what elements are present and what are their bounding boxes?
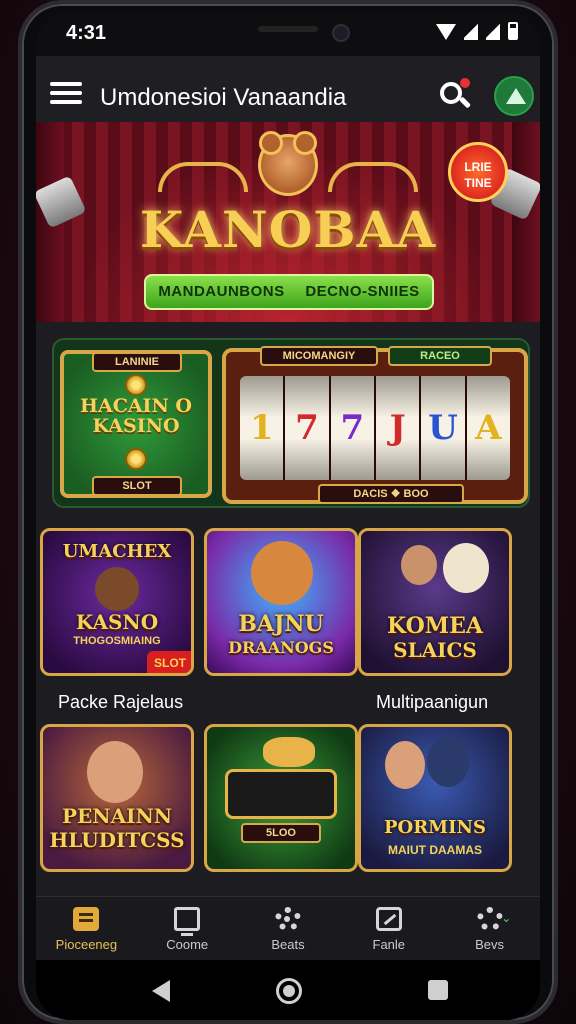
signal-icon bbox=[464, 22, 478, 40]
game-tile[interactable]: UMACHEX KASNO THOGOSMIAING SLOT bbox=[40, 528, 194, 676]
menu-button[interactable] bbox=[50, 82, 82, 104]
app-bar: Umdonesioi Vanaandia bbox=[36, 56, 540, 122]
slot-tag: SLOT bbox=[147, 651, 191, 673]
reel: 1 bbox=[240, 376, 284, 480]
nav-label: Pioceeneg bbox=[55, 937, 118, 952]
bear-icon bbox=[95, 567, 139, 611]
tile-subtitle: SLAICS bbox=[393, 638, 477, 662]
phone-frame: 4:31 Umdonesioi Vanaandia KANOBAA MANDAU… bbox=[18, 0, 558, 1024]
character-icon bbox=[87, 741, 143, 803]
nav-label: Fanle bbox=[372, 937, 406, 952]
gold-pile-icon bbox=[263, 737, 315, 767]
llama-icon bbox=[443, 543, 489, 593]
wifi-icon bbox=[436, 24, 456, 40]
chip-icon bbox=[125, 374, 147, 396]
nav-label: Bevs bbox=[475, 937, 505, 952]
machine-top-plaque: MICOMANGIY bbox=[260, 346, 378, 366]
tile-title: UMACHEX bbox=[62, 541, 172, 562]
monitor-icon bbox=[174, 907, 201, 936]
menu-line bbox=[50, 91, 82, 95]
nav-item-bevs[interactable]: ⌄ Bevs bbox=[439, 897, 540, 960]
notification-dot bbox=[460, 78, 470, 88]
kasino-bottom-plaque: SLOT bbox=[92, 476, 182, 496]
game-tile[interactable]: PORMINS MAIUT DAAMAS bbox=[358, 724, 512, 872]
machine-bottom-plaque: DACIS ❖ BOO bbox=[318, 484, 464, 504]
nav-label: Beats bbox=[271, 937, 305, 952]
tile-subtitle: DRAANOGS bbox=[228, 638, 334, 657]
tile-subtitle: MAIUT DAAMAS bbox=[388, 843, 482, 857]
nav-item-pioceeneg[interactable]: Pioceeneg bbox=[36, 897, 137, 960]
pencil-icon bbox=[375, 907, 402, 931]
hero-ribbon[interactable]: MANDAUNBONS DECNO-SNIIES bbox=[144, 274, 434, 310]
home-button[interactable] bbox=[276, 978, 302, 1004]
mini-slot-icon bbox=[225, 769, 337, 819]
menu-line bbox=[50, 82, 82, 86]
tile-title: PORMINS bbox=[384, 817, 486, 838]
ribbon-right-text: DECNO-SNIIES bbox=[305, 283, 420, 300]
app-title: Umdonesioi Vanaandia bbox=[100, 84, 347, 111]
tile-subtitle: KASNO bbox=[75, 610, 159, 634]
game-tile[interactable]: BAJNU DRAANOGS bbox=[204, 528, 358, 676]
status-bar: 4:31 bbox=[36, 12, 540, 56]
profile-avatar-button[interactable] bbox=[494, 76, 534, 116]
kasino-card[interactable]: LANINIE HACAIN O KASINO SLOT bbox=[60, 350, 212, 498]
hero-banner[interactable]: KANOBAA MANDAUNBONS DECNO-SNIIES LRIE TI… bbox=[36, 122, 540, 322]
section-label-right: Multipaanigun bbox=[376, 692, 489, 712]
hero-wordmark: KANOBAA bbox=[139, 200, 437, 259]
game-tile[interactable]: 5LOO bbox=[204, 724, 358, 872]
tile-subtitle: 5LOO bbox=[241, 823, 321, 843]
reel: 7 bbox=[330, 376, 374, 480]
helmet-icon bbox=[427, 737, 469, 787]
section-label-left: Packe Rajelaus bbox=[58, 692, 184, 712]
status-icons bbox=[436, 22, 518, 40]
reel: U bbox=[421, 376, 465, 480]
recents-button[interactable] bbox=[428, 980, 448, 1000]
tile-title: BAJNU bbox=[238, 611, 324, 637]
speaker-notch bbox=[258, 26, 318, 32]
app-screen: 4:31 Umdonesioi Vanaandia KANOBAA MANDAU… bbox=[36, 12, 540, 1020]
player-icon bbox=[385, 741, 425, 789]
ornament-right bbox=[328, 162, 418, 192]
nav-item-beats[interactable]: Beats bbox=[238, 897, 339, 960]
reel: J bbox=[375, 376, 420, 480]
tile-title: PENAINN bbox=[62, 804, 172, 828]
reel: A bbox=[466, 376, 510, 480]
nav-item-coome[interactable]: Coome bbox=[137, 897, 238, 960]
chevron-down-icon: ⌄ bbox=[501, 911, 512, 925]
tile-small-text: THOGOSMIAING bbox=[73, 635, 161, 647]
home-card-icon bbox=[73, 907, 100, 931]
coin-icon bbox=[125, 448, 147, 470]
signal-icon bbox=[486, 22, 500, 40]
game-tile[interactable]: KOMEA SLAICS bbox=[358, 528, 512, 676]
bottom-nav: Pioceeneg Coome Beats Fanle ⌄ Bevs bbox=[36, 896, 540, 960]
reel: 7 bbox=[285, 376, 329, 480]
slot-machine[interactable]: MICOMANGIY RACEO 1 7 7 J U A DACIS ❖ BOO bbox=[222, 346, 528, 504]
reels: 1 7 7 J U A bbox=[240, 376, 510, 480]
nav-item-fanle[interactable]: Fanle bbox=[338, 897, 439, 960]
system-nav-bar bbox=[36, 960, 540, 1020]
mascot-icon bbox=[251, 541, 313, 605]
ribbon-left-text: MANDAUNBONS bbox=[158, 283, 285, 300]
gear-icon bbox=[274, 907, 301, 931]
game-tile[interactable]: PENAINN HLUDITCSS bbox=[40, 724, 194, 872]
back-button[interactable] bbox=[152, 980, 170, 1002]
battery-icon bbox=[508, 22, 518, 40]
ornament-left bbox=[158, 162, 248, 192]
machine-top-plaque-2: RACEO bbox=[388, 346, 492, 366]
front-camera bbox=[332, 24, 350, 42]
tile-title: KOMEA bbox=[387, 613, 483, 639]
mascot-icon bbox=[258, 131, 318, 196]
kasino-title: HACAIN O KASINO bbox=[80, 395, 192, 437]
status-time: 4:31 bbox=[66, 22, 107, 44]
search-button[interactable] bbox=[438, 78, 472, 112]
tile-subtitle: HLUDITCSS bbox=[49, 828, 185, 852]
search-handle bbox=[458, 96, 472, 109]
slot-panel: LANINIE HACAIN O KASINO SLOT MICOMANGIY … bbox=[52, 338, 530, 508]
settings-icon bbox=[476, 907, 503, 931]
kasino-top-plaque: LANINIE bbox=[92, 352, 182, 372]
nav-label: Coome bbox=[166, 937, 209, 952]
promo-badge[interactable]: LRIE TINE bbox=[448, 142, 508, 202]
dealer-icon bbox=[401, 545, 437, 585]
menu-line bbox=[50, 100, 82, 104]
